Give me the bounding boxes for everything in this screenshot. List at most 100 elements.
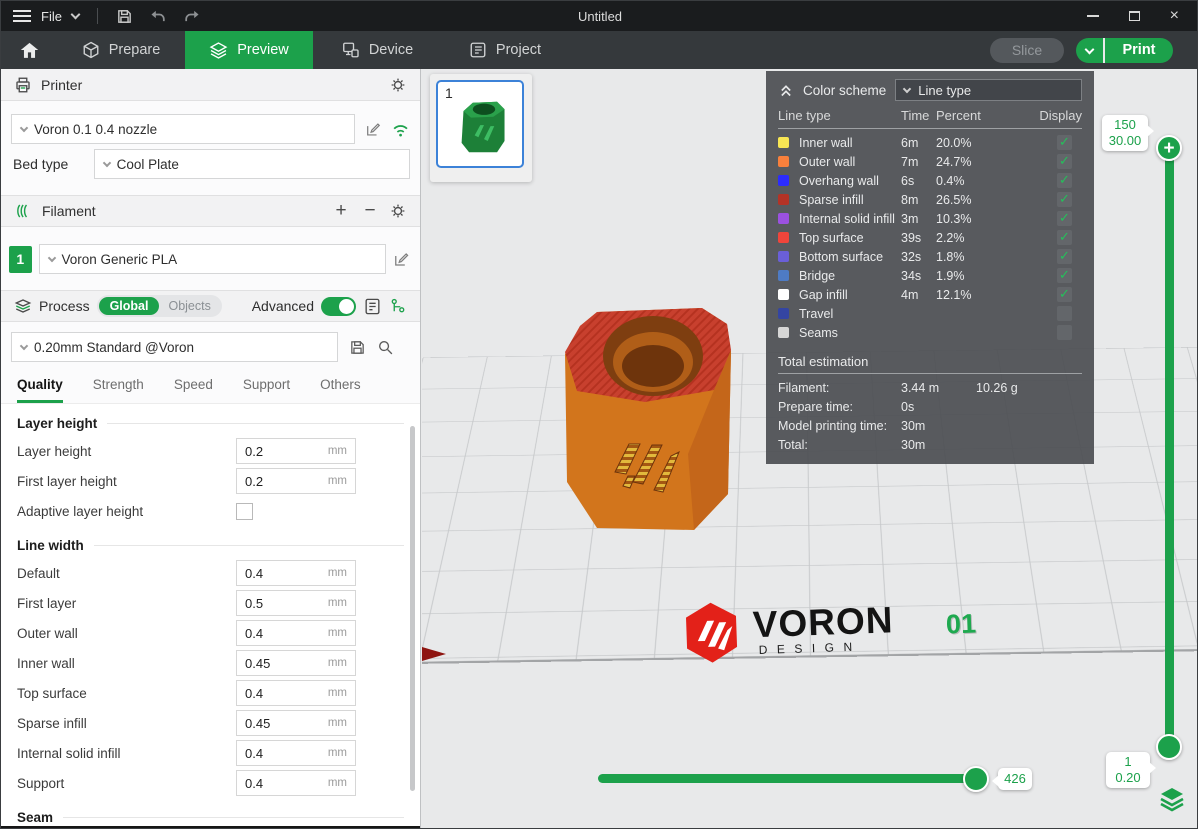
display-checkbox[interactable]: ✓: [1057, 211, 1072, 226]
setting-label: Default: [17, 566, 236, 581]
filament-preset-select[interactable]: Voron Generic PLA: [39, 244, 387, 274]
setting-value-box: mm: [236, 770, 356, 796]
close-button[interactable]: ×: [1170, 8, 1179, 24]
display-checkbox[interactable]: ✓: [1057, 268, 1072, 283]
display-checkbox[interactable]: ✓: [1057, 230, 1072, 245]
slice-button[interactable]: Slice: [990, 38, 1064, 63]
display-checkbox[interactable]: ✓: [1057, 249, 1072, 264]
input-outer-wall[interactable]: [237, 625, 303, 642]
input-layer-height[interactable]: [237, 443, 303, 460]
undo-icon[interactable]: [149, 8, 167, 24]
edit-filament-icon[interactable]: [393, 251, 410, 268]
input-support[interactable]: [237, 775, 303, 792]
total-row-prepare-time-: Prepare time:0s: [778, 397, 1082, 416]
plate-thumbnail-card: 1: [430, 74, 532, 182]
bed-type-select[interactable]: Cool Plate: [94, 149, 410, 179]
input-inner-wall[interactable]: [237, 655, 303, 672]
device-icon: [341, 41, 360, 59]
display-checkbox[interactable]: [1057, 306, 1072, 321]
filament-section-title: Filament: [42, 203, 96, 219]
input-top-surface[interactable]: [237, 685, 303, 702]
display-checkbox[interactable]: ✓: [1057, 135, 1072, 150]
hamburger-menu-icon[interactable]: [13, 10, 31, 22]
remove-filament-button[interactable]: −: [360, 200, 380, 222]
filament-slot-badge[interactable]: 1: [9, 246, 32, 273]
input-first-layer[interactable]: [237, 595, 303, 612]
home-icon: [20, 41, 39, 59]
process-preset-select[interactable]: 0.20mm Standard @Voron: [11, 332, 338, 362]
save-icon[interactable]: [116, 8, 133, 25]
tab-project[interactable]: Project: [441, 31, 569, 69]
total-value: 3.44 m: [901, 381, 976, 395]
search-icon[interactable]: [377, 339, 394, 356]
maximize-button[interactable]: [1129, 11, 1140, 21]
home-button[interactable]: [1, 31, 57, 69]
line-type-time: 32s: [901, 250, 936, 264]
input-internal-solid-infill[interactable]: [237, 745, 303, 762]
print-button[interactable]: Print: [1105, 38, 1173, 63]
setting-label: First layer: [17, 596, 236, 611]
plate-thumbnail[interactable]: 1: [436, 80, 524, 168]
tab-preview[interactable]: Preview: [185, 31, 313, 69]
display-checkbox[interactable]: ✓: [1057, 173, 1072, 188]
layer-slider-top-handle[interactable]: +: [1156, 135, 1182, 161]
move-slider-handle[interactable]: [963, 766, 989, 792]
redo-icon[interactable]: [183, 8, 201, 24]
line-type-time: 39s: [901, 231, 936, 245]
layer-slider-bottom-handle[interactable]: [1156, 734, 1182, 760]
file-menu[interactable]: File: [41, 9, 62, 24]
process-tab-others[interactable]: Others: [320, 377, 361, 403]
scope-objects-button[interactable]: Objects: [159, 297, 219, 315]
checkbox-adaptive-layer-height[interactable]: [236, 503, 253, 520]
edit-printer-icon[interactable]: [365, 121, 381, 138]
print-dropdown-button[interactable]: [1076, 38, 1103, 63]
line-type-label: Inner wall: [799, 136, 901, 150]
panel-scrollbar[interactable]: [410, 426, 415, 791]
parameter-list-icon[interactable]: [363, 297, 382, 316]
display-checkbox[interactable]: ✓: [1057, 154, 1072, 169]
scope-global-button[interactable]: Global: [99, 297, 160, 315]
legend-row-top-surface: Top surface39s2.2%✓: [778, 228, 1082, 247]
parameter-tree-icon[interactable]: [389, 297, 407, 315]
process-tab-speed[interactable]: Speed: [174, 377, 213, 403]
save-preset-icon[interactable]: [349, 339, 366, 356]
wifi-icon[interactable]: [391, 121, 410, 138]
layer-slider-track[interactable]: [1165, 151, 1174, 747]
color-scheme-select[interactable]: Line type: [895, 79, 1082, 101]
process-tab-support[interactable]: Support: [243, 377, 290, 403]
line-type-percent: 20.0%: [936, 136, 1057, 150]
main-tabbar: Prepare Preview Device Project Slice Pri…: [1, 31, 1198, 69]
printer-preset-select[interactable]: Voron 0.1 0.4 nozzle: [11, 114, 355, 144]
plate-front-marker: [422, 647, 446, 661]
display-checkbox[interactable]: [1057, 325, 1072, 340]
color-scheme-label: Color scheme: [803, 83, 886, 98]
line-type-swatch: [778, 270, 789, 281]
advanced-toggle[interactable]: [321, 297, 356, 316]
viewport-3d[interactable]: VORON DESIGN 01 1 Color scheme: [422, 69, 1198, 829]
process-tab-quality[interactable]: Quality: [17, 377, 63, 403]
input-first-layer-height[interactable]: [237, 473, 303, 490]
filament-settings-gear-icon[interactable]: [389, 202, 407, 220]
process-scope-toggle: Global Objects: [97, 295, 222, 317]
layers-mode-button[interactable]: [1157, 785, 1187, 815]
input-sparse-infill[interactable]: [237, 715, 303, 732]
collapse-panel-icon[interactable]: [778, 83, 794, 98]
process-tab-strength[interactable]: Strength: [93, 377, 144, 403]
printer-section-header: Printer: [1, 69, 420, 101]
divider: [97, 8, 98, 24]
chevron-down-icon[interactable]: [71, 10, 81, 20]
tab-prepare[interactable]: Prepare: [57, 31, 185, 69]
display-checkbox[interactable]: ✓: [1057, 287, 1072, 302]
display-checkbox[interactable]: ✓: [1057, 192, 1072, 207]
move-slider-track[interactable]: [598, 774, 988, 783]
minimize-button[interactable]: [1087, 15, 1099, 17]
print-split-button: Print: [1076, 38, 1173, 63]
line-type-swatch: [778, 137, 789, 148]
total-row-model-printing-time-: Model printing time:30m: [778, 416, 1082, 435]
add-filament-button[interactable]: +: [331, 200, 351, 222]
input-default[interactable]: [237, 565, 303, 582]
printer-settings-gear-icon[interactable]: [389, 76, 407, 94]
tab-device[interactable]: Device: [313, 31, 441, 69]
setting-row-outer-wall: Outer wallmm: [1, 618, 420, 648]
sliced-model[interactable]: [557, 304, 747, 539]
